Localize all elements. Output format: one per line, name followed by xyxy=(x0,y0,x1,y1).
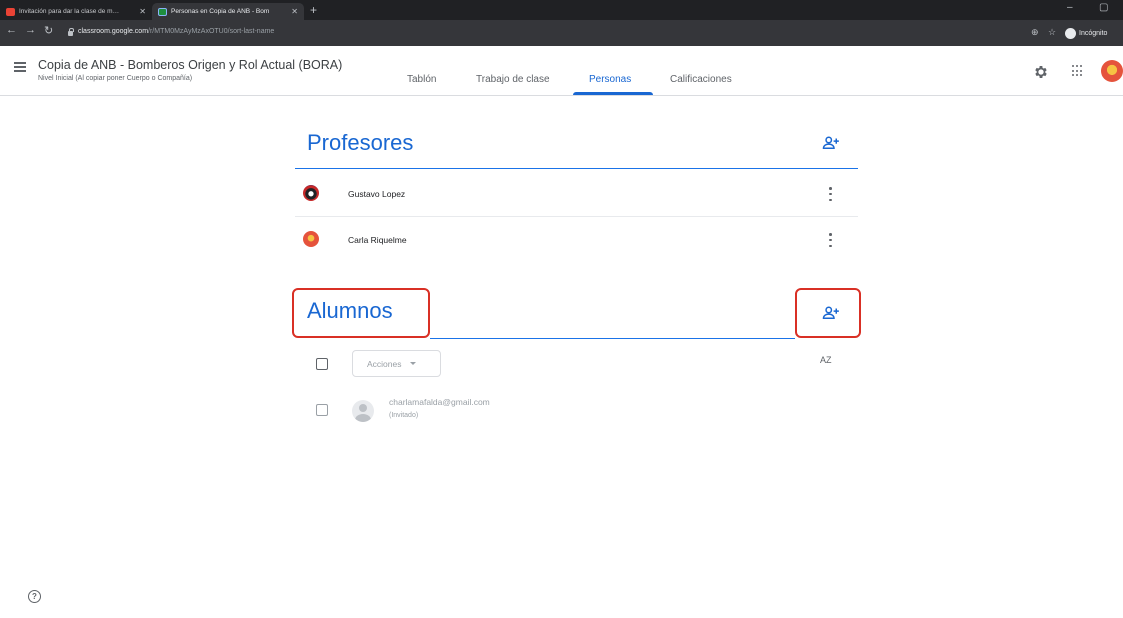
incognito-icon xyxy=(1065,27,1076,39)
tab-tablon[interactable]: Tablón xyxy=(407,74,436,85)
help-icon[interactable]: ? xyxy=(28,590,41,603)
forward-icon[interactable]: → xyxy=(25,24,36,36)
main-menu-icon[interactable] xyxy=(14,62,26,72)
gmail-icon xyxy=(6,7,15,16)
back-icon[interactable]: ← xyxy=(6,24,17,36)
row-divider xyxy=(295,216,858,217)
incognito-badge[interactable]: Incógnito xyxy=(1065,26,1107,40)
actions-dropdown[interactable]: Acciones xyxy=(352,350,441,377)
student-email: charlamafalda@gmail.com xyxy=(389,397,490,407)
select-all-checkbox[interactable] xyxy=(316,358,328,370)
teacher-name: Carla Riquelme xyxy=(348,235,407,245)
teachers-divider xyxy=(295,168,858,169)
browser-tab-title: Invitación para dar la clase de m… xyxy=(19,8,120,15)
tab-trabajo-de-clase[interactable]: Trabajo de clase xyxy=(476,74,550,85)
minimize-icon[interactable]: – xyxy=(1067,2,1073,13)
gear-icon[interactable] xyxy=(1033,64,1049,80)
class-title[interactable]: Copia de ANB - Bomberos Origen y Rol Act… xyxy=(38,58,342,72)
lock-icon xyxy=(68,28,74,36)
chevron-down-icon xyxy=(409,362,416,365)
reload-icon[interactable]: ↻ xyxy=(44,24,53,37)
sort-az-icon[interactable]: AZ xyxy=(820,355,832,365)
incognito-label: Incógnito xyxy=(1079,29,1108,37)
maximize-icon[interactable]: ▢ xyxy=(1099,2,1108,13)
teacher-avatar xyxy=(303,231,319,247)
actions-label: Acciones xyxy=(367,358,402,369)
tab-calificaciones[interactable]: Calificaciones xyxy=(670,74,732,85)
new-tab-icon[interactable]: + xyxy=(310,3,317,17)
star-icon[interactable]: ☆ xyxy=(1048,27,1056,38)
account-avatar[interactable] xyxy=(1101,60,1123,82)
class-subtitle: Nivel Inicial (Al copiar poner Cuerpo o … xyxy=(38,75,193,82)
student-status: (Invitado) xyxy=(389,412,419,419)
teacher-avatar xyxy=(303,185,319,201)
zoom-icon[interactable]: ⊕ xyxy=(1031,27,1039,38)
add-teacher-icon[interactable] xyxy=(822,136,840,150)
student-avatar xyxy=(352,400,374,422)
browser-address-bar: ← → ↻ classroom.google.com/r/MTM0MzAyMzA… xyxy=(0,20,1123,46)
url-path: /r/MTM0MzAyMzAxOTU0/sort-last-name xyxy=(148,28,275,35)
tab-personas[interactable]: Personas xyxy=(589,74,631,85)
classroom-icon xyxy=(158,7,167,16)
add-student-icon[interactable] xyxy=(822,306,840,320)
more-options-icon[interactable] xyxy=(829,233,833,247)
student-checkbox[interactable] xyxy=(316,404,328,416)
browser-tab-invitation[interactable]: Invitación para dar la clase de m… ✕ xyxy=(0,3,152,20)
browser-tab-title: Personas en Copia de ANB - Bom xyxy=(171,8,270,15)
url-field[interactable]: classroom.google.com/r/MTM0MzAyMzAxOTU0/… xyxy=(78,28,274,35)
close-tab-icon[interactable]: ✕ xyxy=(139,7,146,16)
more-options-icon[interactable] xyxy=(829,187,833,201)
google-apps-icon[interactable] xyxy=(1072,65,1084,77)
browser-tab-personas[interactable]: Personas en Copia de ANB - Bom ✕ xyxy=(152,3,304,20)
url-host: classroom.google.com xyxy=(78,28,149,35)
students-divider xyxy=(430,338,795,339)
classroom-header: Copia de ANB - Bomberos Origen y Rol Act… xyxy=(0,46,1123,96)
browser-tabbar: Invitación para dar la clase de m… ✕ Per… xyxy=(0,0,1123,20)
students-title: Alumnos xyxy=(307,298,393,323)
close-tab-icon[interactable]: ✕ xyxy=(291,7,298,16)
teachers-title: Profesores xyxy=(307,130,414,155)
active-tab-indicator xyxy=(573,92,653,95)
teacher-name: Gustavo Lopez xyxy=(348,189,406,199)
